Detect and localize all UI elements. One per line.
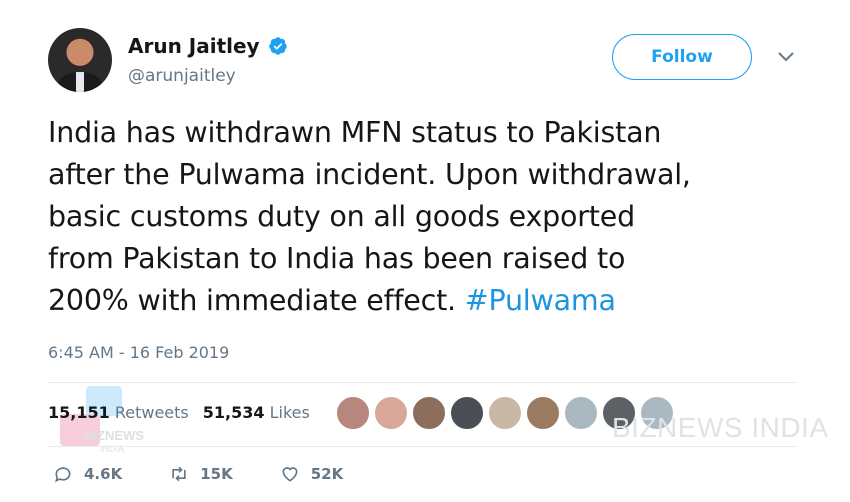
retweets-label: Retweets (114, 403, 189, 422)
liker-avatar[interactable] (564, 396, 598, 430)
retweets-count: 15,151 (48, 403, 110, 422)
hashtag-link[interactable]: #Pulwama (465, 284, 616, 317)
retweet-icon (172, 466, 186, 482)
avatar[interactable] (48, 28, 112, 92)
verified-badge-icon (268, 37, 287, 55)
retweets-stat[interactable]: 15,151 Retweets (48, 403, 189, 422)
like-button[interactable]: 52K (279, 464, 344, 484)
reply-button[interactable]: 4.6K (52, 464, 122, 484)
likes-label: Likes (269, 403, 310, 422)
liker-avatar[interactable] (526, 396, 560, 430)
tweet-stats: 15,151 Retweets 51,534 Likes (48, 403, 310, 422)
liker-avatar[interactable] (488, 396, 522, 430)
avatar-shirt (76, 72, 84, 92)
heart-icon (282, 467, 298, 482)
likes-stat[interactable]: 51,534 Likes (203, 403, 310, 422)
retweet-count: 15K (200, 465, 233, 483)
user-name[interactable]: Arun Jaitley (128, 34, 260, 58)
retweet-button[interactable]: 15K (168, 464, 233, 484)
divider-bottom (48, 446, 798, 447)
divider-top (48, 382, 798, 383)
watermark-logo-text: BIZNEWS (84, 428, 144, 443)
reply-icon (55, 467, 71, 483)
liker-avatar[interactable] (412, 396, 446, 430)
tweet-timestamp[interactable]: 6:45 AM - 16 Feb 2019 (48, 343, 229, 362)
watermark-text: BIZNEWS INDIA (612, 412, 829, 443)
tweet-actions: 4.6K 15K 52K (52, 464, 389, 484)
like-count: 52K (310, 465, 344, 483)
liker-avatar[interactable] (450, 396, 484, 430)
likes-count: 51,534 (202, 403, 265, 422)
liker-avatar[interactable] (374, 396, 408, 430)
follow-button[interactable]: Follow (612, 34, 752, 80)
reply-count: 4.6K (84, 465, 123, 483)
liker-avatar[interactable] (336, 396, 370, 430)
user-handle[interactable]: @arunjaitley (128, 66, 236, 86)
tweet-text: India has withdrawn MFN status to Pakist… (48, 112, 808, 322)
user-name-row[interactable]: Arun Jaitley (128, 34, 288, 58)
chevron-down-icon[interactable] (776, 50, 796, 64)
